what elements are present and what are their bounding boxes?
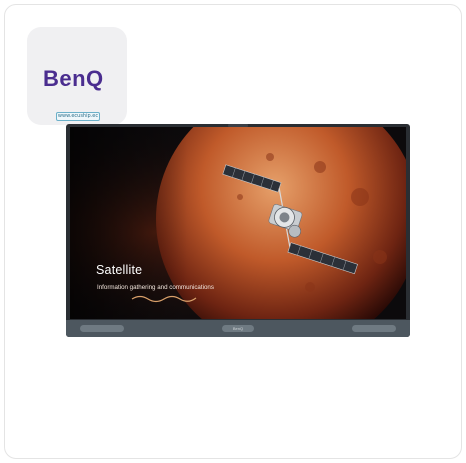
front-ports-left — [80, 325, 124, 332]
front-ports-right — [352, 325, 396, 332]
bezel-logo: BenQ — [222, 325, 254, 332]
url-badge: www.ecuship.ec — [56, 112, 100, 121]
screen-subtitle: Information gathering and communications — [97, 284, 214, 291]
screen-title: Satellite — [96, 263, 143, 277]
benq-logo: BenQ — [43, 66, 104, 91]
display-screen: Satellite Information gathering and comm… — [70, 127, 406, 319]
